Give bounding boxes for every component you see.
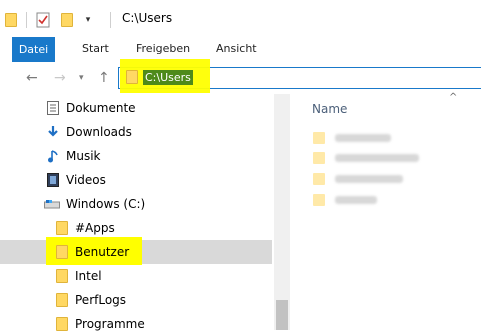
nav-item-label: Videos [66,173,106,187]
sort-ascending-icon[interactable]: ^ [449,92,457,103]
recent-locations-icon[interactable]: ▾ [79,73,84,83]
tab-share[interactable]: Freigeben [136,42,190,55]
nav-item-label: Downloads [66,125,132,139]
folder-icon [4,10,18,30]
title-bar: ▾ C:\Users [0,0,481,37]
folder-icon [313,173,325,185]
address-input[interactable]: C:\Users [143,70,193,85]
new-folder-icon[interactable] [60,10,74,30]
folder-icon [56,317,68,331]
nav-item-music[interactable]: Musik [0,144,272,168]
nav-item-label: Dokumente [66,101,136,115]
divider [110,12,111,28]
videos-icon [47,173,61,187]
folder-icon [56,221,68,235]
documents-icon [47,101,61,115]
nav-item-label: Programme [75,317,145,331]
nav-item-label: Benutzer [75,245,130,259]
address-folder-icon [126,70,138,84]
folder-icon [313,152,325,164]
nav-item-downloads[interactable]: Downloads [0,120,272,144]
blurred-name [335,154,419,162]
back-icon[interactable]: ← [26,70,38,86]
list-item[interactable] [313,171,453,187]
customize-toolbar-icon[interactable]: ▾ [82,10,94,30]
nav-item-label: Musik [66,149,101,163]
list-item[interactable] [313,130,453,146]
divider [26,12,27,28]
folder-icon [56,245,68,259]
folder-icon [56,293,68,307]
file-list: ^ Name [291,92,481,330]
list-item[interactable] [313,150,453,166]
nav-item-label: Intel [75,269,102,283]
nav-item-videos[interactable]: Videos [0,168,272,192]
properties-icon[interactable] [35,10,51,30]
list-item[interactable] [313,192,453,208]
nav-item-programme[interactable]: Programme [0,312,272,336]
drive-icon [44,199,60,213]
tab-start[interactable]: Start [82,42,109,55]
nav-item-drive-c[interactable]: Windows (C:) [0,192,272,216]
forward-icon[interactable]: → [54,70,66,86]
nav-item-perflogs[interactable]: PerfLogs [0,288,272,312]
blurred-name [335,175,403,183]
nav-item-documents[interactable]: Dokumente [0,96,272,120]
address-row: ← → ▾ ↑ [0,62,481,94]
nav-item-apps[interactable]: #Apps [0,216,272,240]
nav-item-benutzer[interactable]: Benutzer [0,240,272,264]
blurred-name [335,134,391,142]
nav-scrollbar-thumb[interactable] [276,300,288,330]
nav-item-intel[interactable]: Intel [0,264,272,288]
window-title: C:\Users [122,11,173,25]
blurred-name [335,196,377,204]
nav-scrollbar[interactable] [274,94,290,330]
folder-icon [313,132,325,144]
nav-item-label: Windows (C:) [66,197,146,211]
downloads-icon [46,125,60,139]
up-icon[interactable]: ↑ [98,70,110,86]
ribbon: Datei Start Freigeben Ansicht [0,37,481,63]
folder-icon [313,194,325,206]
tab-file[interactable]: Datei [12,37,55,62]
column-header-name[interactable]: Name [312,102,347,116]
tab-view[interactable]: Ansicht [216,42,257,55]
music-icon [47,149,61,163]
nav-item-label: #Apps [75,221,115,235]
nav-item-label: PerfLogs [75,293,127,307]
folder-icon [56,269,68,283]
